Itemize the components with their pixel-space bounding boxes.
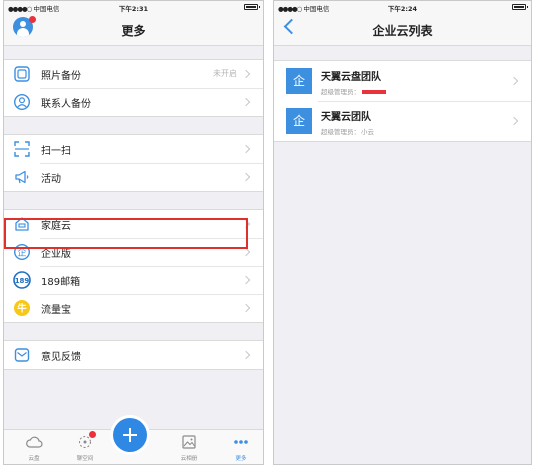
menu-item-activity[interactable]: 活动 [4,163,263,191]
admin-label: 超级管理员： [321,88,360,96]
photo-backup-icon [13,65,31,83]
status-bar: ●●●●○ 中国电信 下午2:31 [4,1,263,13]
tab-label: 聊空间 [76,456,94,462]
tab-label: 更多 [235,456,247,462]
chevron-right-icon [241,144,251,154]
feedback-icon [13,346,31,364]
enterprise-admin: 超级管理员： [321,86,386,96]
chevron-right-icon [509,116,519,126]
nav-bar: 更多 [4,13,263,46]
menu-group: 意见反馈 [4,340,263,370]
enterprise-icon: 企 [286,108,312,134]
menu-item-label: 扫一扫 [41,146,71,157]
enterprise-item[interactable]: 企天翼云盘团队 超级管理员： [274,61,531,101]
add-button[interactable] [113,418,147,452]
menu-item-status: 未开启 [213,69,237,78]
menu-item-scan[interactable]: 扫一扫 [4,135,263,163]
tab-more[interactable]: 更多 [221,430,261,464]
enterprise-list-screen: ●●●●○ 中国电信 下午2:24 企业云列表 企天翼云盘团队 超级管理员：企天翼云… [273,0,532,465]
contacts-icon [13,93,31,111]
menu-item-label: 联系人备份 [41,99,91,110]
scan-icon [13,140,31,158]
tab-space[interactable]: 聊空间 [65,430,105,464]
redaction-bar [362,90,386,94]
enterprise-list: 企天翼云盘团队 超级管理员：企天翼云团队 超级管理员：小云 [274,60,531,142]
status-time: 下午2:24 [387,5,418,13]
highlight-box [4,218,248,249]
enterprise-name: 天翼云团队 [321,112,371,123]
menu-item-data-treasure[interactable]: 牛 流量宝 [4,294,263,322]
menu-group: 照片备份 未开启联系人备份 [4,59,263,117]
battery-icon [244,4,260,10]
menu-item-label: 流量宝 [41,305,71,316]
notification-dot [89,431,96,438]
menu-item-mail-189[interactable]: 189 189邮箱 [4,266,263,294]
chevron-right-icon [509,76,519,86]
chevron-right-icon [241,350,251,360]
chevron-right-icon [241,303,251,313]
enterprise-icon: 企 [286,68,312,94]
status-time: 下午2:31 [118,5,149,13]
enterprise-item[interactable]: 企天翼云团队超级管理员：小云 [274,101,531,141]
chevron-right-icon [241,172,251,182]
chevron-right-icon [241,97,251,107]
page-title: 更多 [121,24,146,38]
tab-label: 云相册 [180,456,198,462]
tab-label: 云盘 [28,456,40,462]
battery-icon [512,4,528,10]
svg-text:189: 189 [15,277,30,285]
niu-icon: 牛 [13,299,31,317]
admin-name: 小云 [361,128,374,136]
tab-cloud[interactable]: 云盘 [14,430,54,464]
menu-item-label: 意见反馈 [41,352,81,363]
chevron-right-icon [241,247,251,257]
nav-bar: 企业云列表 [274,13,531,46]
menu-list: 照片备份 未开启 联系人备份 扫一扫 活动 家庭云企企业版 189 189邮箱牛流量宝 意见反馈 [4,46,263,370]
enterprise-admin: 超级管理员：小云 [321,126,374,136]
menu-item-feedback[interactable]: 意见反馈 [4,341,263,369]
menu-item-photo-backup[interactable]: 照片备份 未开启 [4,60,263,88]
menu-item-label: 活动 [41,174,61,185]
page-title: 企业云列表 [372,24,433,38]
chevron-right-icon [241,69,251,79]
menu-item-label: 189邮箱 [41,277,81,288]
megaphone-icon [13,168,31,186]
menu-item-contacts-backup[interactable]: 联系人备份 [4,88,263,116]
menu-item-label: 照片备份 [41,71,81,82]
svg-text:牛: 牛 [17,303,27,315]
status-bar: ●●●●○ 中国电信 下午2:24 [274,1,531,13]
enterprise-name: 天翼云盘团队 [321,72,381,83]
tab-album[interactable]: 云相册 [169,430,209,464]
mail-189-icon: 189 [13,271,31,289]
chevron-right-icon [241,275,251,285]
menu-group: 扫一扫 活动 [4,134,263,192]
admin-label: 超级管理员： [321,128,360,136]
